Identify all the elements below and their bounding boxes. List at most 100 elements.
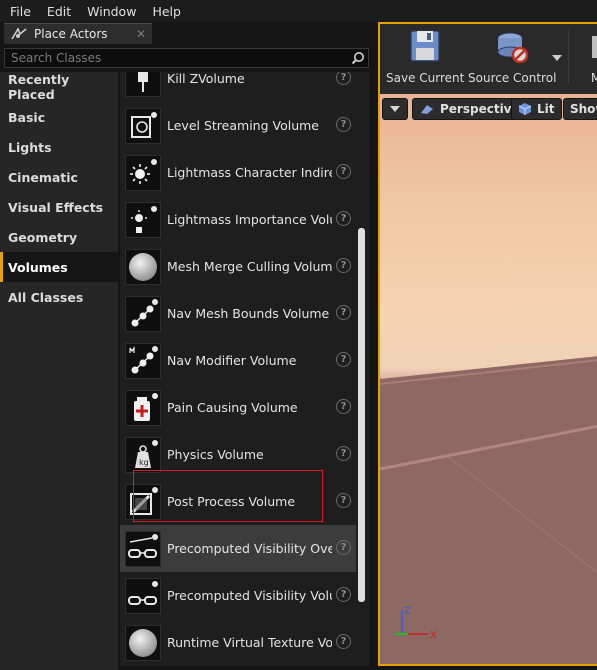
menu-help[interactable]: Help [144,4,189,19]
item-label: Runtime Virtual Texture Volume [167,635,332,650]
source-control-button[interactable]: Source Control [468,28,556,85]
show-button[interactable]: Show [563,98,597,120]
lit-button[interactable]: Lit [511,98,562,120]
tab-label: Place Actors [34,27,108,41]
save-current-label: Save Current [386,71,465,85]
scrollbar-thumb[interactable] [358,228,365,602]
help-icon[interactable]: ? [336,399,351,414]
viewport-scene [380,356,597,664]
list-item-mesh-merge-culling[interactable]: Mesh Merge Culling Volume ? [120,243,356,290]
category-recently-placed[interactable]: Recently Placed [0,72,118,102]
category-basic[interactable]: Basic [0,102,118,132]
save-icon [408,28,442,69]
search-input[interactable] [5,49,348,67]
help-icon[interactable]: ? [336,446,351,461]
item-label: Physics Volume [167,447,264,462]
list-item-nav-modifier[interactable]: Nav Modifier Volume ? [120,337,356,384]
save-current-button[interactable]: Save Current [386,28,464,85]
axis-gizmo: ZX [394,604,444,647]
show-label: Show [570,102,597,116]
menu-bar: File Edit Window Help [0,0,597,22]
item-label: Mesh Merge Culling Volume [167,259,332,274]
viewport[interactable]: Perspective Lit Show ZX [378,94,597,666]
list-item-precomputed-visibility-volume[interactable]: Precomputed Visibility Volun ? [120,572,356,619]
glasses-icon [125,530,161,567]
more-label: M [590,71,597,85]
item-label: Precomputed Visibility Overr [167,541,332,556]
category-volumes[interactable]: Volumes [0,252,118,282]
toolbar: Save Current Source Control M [378,22,597,88]
lightmass-importance-icon [125,201,161,238]
physics-volume-icon: kg [125,436,161,473]
item-label: Lightmass Character Indirec [167,165,332,180]
tab-place-actors[interactable]: Place Actors ✕ [4,23,152,44]
nav-mesh-icon [125,295,161,332]
category-list: Recently Placed Basic Lights Cinematic V… [0,72,118,670]
list-item-precomputed-visibility-override[interactable]: Precomputed Visibility Overr ? [120,525,356,572]
source-control-icon [492,28,532,69]
highlight-box [133,470,323,522]
toolbar-separator [568,30,569,84]
svg-text:Z: Z [404,606,411,617]
perspective-label: Perspective [440,102,520,116]
search-icon[interactable] [348,49,368,67]
list-item-lightmass-importance[interactable]: Lightmass Importance Volum ? [120,196,356,243]
item-label: Precomputed Visibility Volun [167,588,332,603]
category-cinematic[interactable]: Cinematic [0,162,118,192]
help-icon[interactable]: ? [336,211,351,226]
list-item-runtime-virtual-texture[interactable]: Runtime Virtual Texture Volume ? [120,619,356,666]
lit-label: Lit [537,102,555,116]
menu-edit[interactable]: Edit [39,4,79,19]
help-icon[interactable]: ? [336,587,351,602]
help-icon[interactable]: ? [336,117,351,132]
viewport-options-button[interactable] [382,98,408,120]
kill-z-volume-icon [125,72,161,97]
search-box [4,48,369,68]
menu-file[interactable]: File [2,4,39,19]
pain-causing-icon [125,389,161,426]
source-control-label: Source Control [468,71,557,85]
item-label: Level Streaming Volume [167,118,319,133]
svg-text:kg: kg [139,458,149,467]
list-item-level-streaming-volume[interactable]: Level Streaming Volume ? [120,102,356,149]
help-icon[interactable]: ? [336,540,351,555]
actor-list: Kill ZVolume ? Level Streaming Volume ? … [120,72,356,666]
category-all-classes[interactable]: All Classes [0,282,118,312]
nav-modifier-icon [125,342,161,379]
category-lights[interactable]: Lights [0,132,118,162]
chevron-down-icon[interactable] [552,50,562,64]
perspective-icon [421,105,433,114]
category-visual-effects[interactable]: Visual Effects [0,192,118,222]
perspective-button[interactable]: Perspective [412,98,527,120]
help-icon[interactable]: ? [336,493,351,508]
close-icon[interactable]: ✕ [136,27,146,41]
list-item-lightmass-character[interactable]: Lightmass Character Indirec ? [120,149,356,196]
more-icon [586,28,597,69]
item-label: Nav Mesh Bounds Volume [167,306,330,321]
item-label: Kill ZVolume [167,72,245,86]
chevron-down-icon [390,106,400,112]
help-icon[interactable]: ? [336,305,351,320]
item-label: Nav Modifier Volume [167,353,297,368]
category-geometry[interactable]: Geometry [0,222,118,252]
menu-window[interactable]: Window [79,4,144,19]
lightmass-character-icon [125,154,161,191]
help-icon[interactable]: ? [336,258,351,273]
list-item-nav-mesh-bounds[interactable]: Nav Mesh Bounds Volume ? [120,290,356,337]
list-item-kill-zvolume[interactable]: Kill ZVolume ? [120,72,356,102]
tab-strip: Place Actors ✕ [0,22,377,44]
sphere-icon [125,248,161,285]
help-icon[interactable]: ? [336,352,351,367]
help-icon[interactable]: ? [336,72,351,85]
lit-cube-icon [518,103,532,115]
item-label: Lightmass Importance Volum [167,212,332,227]
level-streaming-volume-icon [125,107,161,144]
item-label: Pain Causing Volume [167,400,298,415]
glasses-icon [125,577,161,614]
more-button[interactable]: M [586,28,597,85]
list-item-pain-causing[interactable]: Pain Causing Volume ? [120,384,356,431]
help-icon[interactable]: ? [336,634,351,649]
place-actors-icon [10,27,28,41]
sphere-icon [125,624,161,661]
help-icon[interactable]: ? [336,164,351,179]
